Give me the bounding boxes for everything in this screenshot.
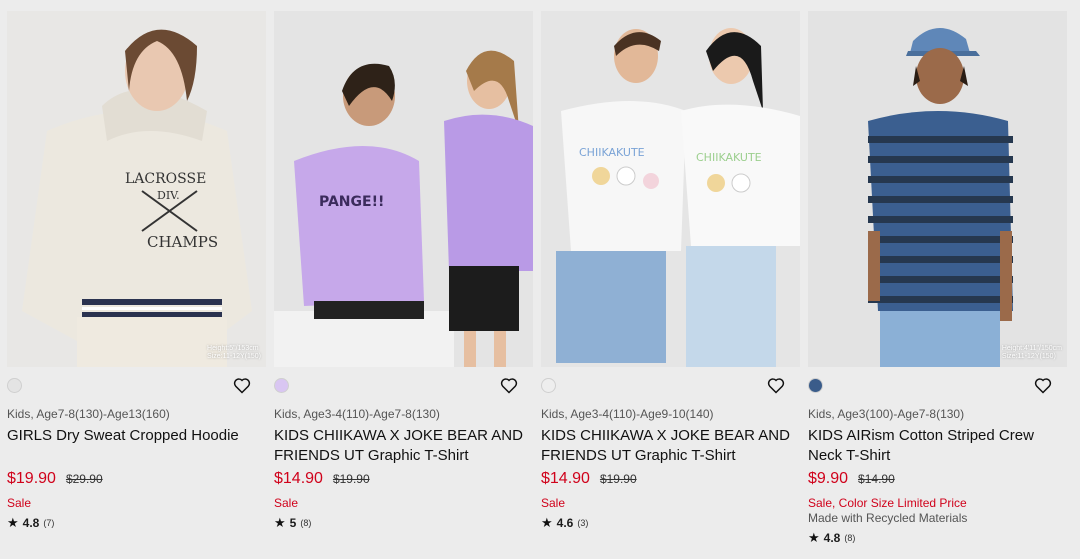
product-meta: Kids, Age7-8(130)-Age13(160) — [7, 407, 170, 421]
color-swatch[interactable] — [808, 377, 823, 393]
color-swatch[interactable] — [7, 377, 22, 393]
product-grid: LACROSSE DIV. CHAMPS Height:5"/153cm Siz… — [0, 0, 1080, 546]
sale-flag: Sale — [541, 496, 566, 510]
svg-text:CHIIKAKUTE: CHIIKAKUTE — [696, 151, 762, 164]
price-row: $19.90 $29.90 — [7, 470, 266, 492]
model-size-note: Height:4'11"/150cm Size:11-12Y(150) — [1002, 345, 1062, 361]
model-size: Size:11-12Y(150) — [207, 353, 261, 360]
rating-count: (8) — [300, 518, 312, 528]
rating-score: 5 — [289, 516, 297, 530]
rating-score: 4.8 — [823, 531, 841, 545]
svg-text:DIV.: DIV. — [157, 189, 180, 202]
model-height: Height:5"/153cm — [207, 345, 259, 352]
product-title[interactable]: GIRLS Dry Sweat Cropped Hoodie — [7, 426, 266, 466]
sale-price: $14.90 — [274, 470, 323, 487]
model-size-note: Height:5"/153cm Size:11-12Y(150) — [207, 345, 261, 361]
swatch-row — [7, 367, 266, 403]
heart-outline-icon[interactable] — [1033, 375, 1053, 395]
star-icon: ★ — [7, 515, 19, 530]
price-row: $9.90 $14.90 — [808, 470, 1067, 492]
product-image[interactable]: Height:4'11"/150cm Size:11-12Y(150) — [808, 11, 1067, 367]
heart-outline-icon[interactable] — [499, 375, 519, 395]
heart-outline-icon[interactable] — [766, 375, 786, 395]
rating-count: (7) — [43, 518, 55, 528]
rating[interactable]: ★ 4.8 (8) — [808, 530, 1067, 546]
swatch-row — [274, 367, 533, 403]
star-icon: ★ — [808, 530, 820, 545]
sale-price: $14.90 — [541, 470, 590, 487]
swatch-row — [541, 367, 800, 403]
rating-count: (3) — [577, 518, 589, 528]
original-price: $14.90 — [858, 472, 895, 486]
product-title[interactable]: KIDS CHIIKAWA X JOKE BEAR AND FRIENDS UT… — [541, 426, 800, 466]
svg-text:CHAMPS: CHAMPS — [147, 233, 218, 251]
rating[interactable]: ★ 4.8 (7) — [7, 515, 266, 531]
sale-flag: Sale — [7, 496, 32, 510]
product-meta: Kids, Age3(100)-Age7-8(130) — [808, 407, 965, 421]
model-height: Height:4'11"/150cm — [1001, 345, 1062, 352]
product-meta: Kids, Age3-4(110)-Age9-10(140) — [541, 407, 714, 421]
sale-flag: Sale — [274, 496, 299, 510]
rating-count: (8) — [844, 533, 856, 543]
sale-flag: Sale, Color Size Limited Price — [808, 496, 967, 510]
product-title[interactable]: KIDS CHIIKAWA X JOKE BEAR AND FRIENDS UT… — [274, 426, 533, 466]
product-image[interactable]: LACROSSE DIV. CHAMPS Height:5"/153cm Siz… — [7, 11, 266, 367]
product-meta: Kids, Age3-4(110)-Age7-8(130) — [274, 407, 440, 421]
color-swatch[interactable] — [541, 377, 556, 393]
product-card[interactable]: LACROSSE DIV. CHAMPS Height:5"/153cm Siz… — [7, 11, 266, 546]
sale-price: $19.90 — [7, 470, 56, 487]
rating[interactable]: ★ 4.6 (3) — [541, 515, 800, 531]
original-price: $19.90 — [332, 472, 370, 486]
color-swatch[interactable] — [274, 377, 289, 393]
original-price: $29.90 — [65, 472, 103, 486]
model-size: Size:11-12Y(150) — [1001, 353, 1056, 360]
svg-text:PANGE!!: PANGE!! — [319, 194, 384, 210]
svg-text:CHIIKAKUTE: CHIIKAKUTE — [579, 146, 645, 159]
product-card[interactable]: CHIIKAKUTE CHIIKAKUTE Kids, Age3-4(110)-… — [541, 11, 800, 546]
product-card[interactable]: PANGE!! Kids, Age3-4(110)-Age7-8(130) KI… — [274, 11, 533, 546]
rating-score: 4.8 — [22, 516, 40, 530]
original-price: $19.90 — [599, 472, 637, 486]
sale-price: $9.90 — [808, 470, 849, 487]
rating-score: 4.6 — [556, 516, 574, 530]
price-row: $14.90 $19.90 — [541, 470, 800, 492]
product-card[interactable]: Height:4'11"/150cm Size:11-12Y(150) Kids… — [808, 11, 1067, 546]
product-image[interactable]: CHIIKAKUTE CHIIKAKUTE — [541, 11, 800, 367]
price-row: $14.90 $19.90 — [274, 470, 533, 492]
product-title[interactable]: KIDS AIRism Cotton Striped Crew Neck T-S… — [808, 426, 1067, 466]
rating[interactable]: ★ 5 (8) — [274, 515, 533, 531]
star-icon: ★ — [541, 515, 553, 530]
star-icon: ★ — [274, 515, 286, 530]
recycled-note: Made with Recycled Materials — [808, 511, 968, 525]
swatch-row — [808, 367, 1067, 403]
svg-text:LACROSSE: LACROSSE — [125, 171, 206, 187]
product-image[interactable]: PANGE!! — [274, 11, 533, 367]
heart-outline-icon[interactable] — [232, 375, 252, 395]
